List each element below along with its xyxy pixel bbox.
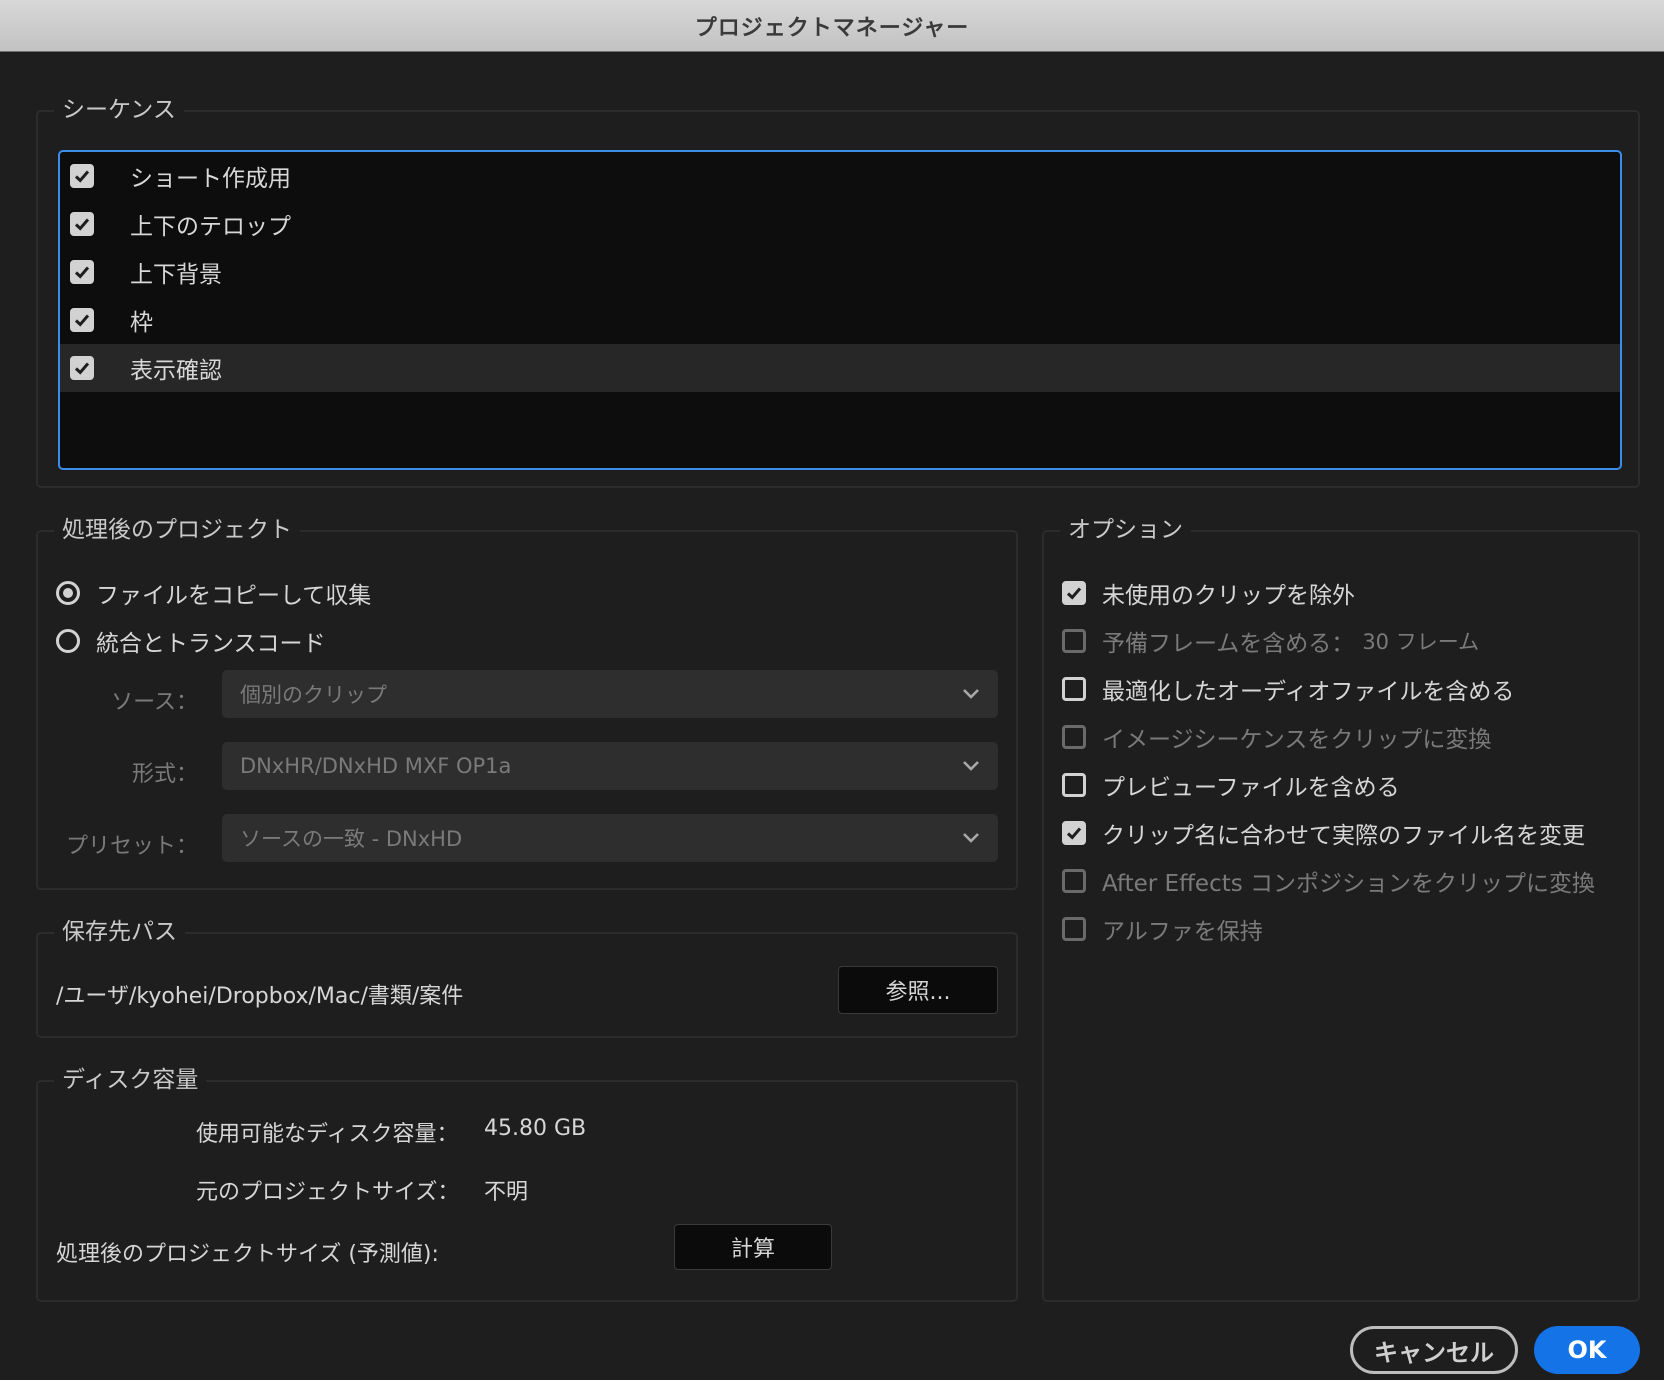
original-size-label: 元のプロジェクトサイズ： (196, 1180, 460, 1205)
checkbox-unchecked-icon[interactable] (1062, 773, 1086, 797)
checkbox-disabled-icon (1062, 917, 1086, 941)
checkbox-checked-icon[interactable] (70, 164, 94, 188)
checkbox-disabled-icon (1062, 869, 1086, 893)
collect-files-radio[interactable]: ファイルをコピーして収集 (56, 576, 371, 610)
checkbox-unchecked-icon[interactable] (1062, 677, 1086, 701)
preset-select[interactable]: ソースの一致 - DNxHD (222, 814, 998, 862)
option-preserve-alpha: アルファを保持 (1062, 912, 1263, 946)
option-preview-files[interactable]: プレビューファイルを含める (1062, 768, 1400, 802)
destination-group: 保存先パス /ユーザ/kyohei/Dropbox/Mac/書類/案件 参照..… (36, 914, 1018, 1038)
destination-path: /ユーザ/kyohei/Dropbox/Mac/書類/案件 (56, 984, 464, 1009)
disk-space-group: ディスク容量 使用可能なディスク容量： 45.80 GB 元のプロジェクトサイズ… (36, 1062, 1018, 1302)
option-label: プレビューファイルを含める (1102, 775, 1400, 801)
preset-select-value: ソースの一致 - DNxHD (240, 827, 463, 851)
source-select-value: 個別のクリップ (240, 683, 387, 707)
sequence-group: シーケンス ショート作成用 上下のテロップ 上下背景 枠 表示確認 (36, 92, 1640, 488)
option-label: アルファを保持 (1102, 919, 1263, 945)
ok-button[interactable]: OK (1534, 1326, 1640, 1374)
sequence-item-label: 上下のテロップ (130, 214, 291, 240)
radio-selected-icon[interactable] (56, 581, 80, 605)
sequence-item[interactable]: 枠 (60, 296, 1620, 344)
sequence-item-label: 枠 (130, 310, 153, 336)
format-select-value: DNxHR/DNxHD MXF OP1a (240, 754, 512, 778)
result-project-legend: 処理後のプロジェクト (54, 512, 300, 548)
radio-unselected-icon[interactable] (56, 629, 80, 653)
option-image-sequence: イメージシーケンスをクリップに変換 (1062, 720, 1491, 754)
chevron-down-icon (963, 689, 979, 699)
sequence-item-selected[interactable]: 表示確認 (60, 344, 1620, 392)
window-title: プロジェクトマネージャー (694, 15, 970, 41)
project-manager-dialog: シーケンス ショート作成用 上下のテロップ 上下背景 枠 表示確認 処理後のプロ… (0, 52, 1664, 1380)
options-group: オプション 未使用のクリップを除外 予備フレームを含める： 30 フレーム 最適… (1042, 512, 1640, 1302)
option-label: 最適化したオーディオファイルを含める (1102, 679, 1515, 705)
chevron-down-icon (963, 833, 979, 843)
checkbox-checked-icon[interactable] (70, 356, 94, 380)
checkbox-checked-icon[interactable] (1062, 821, 1086, 845)
window-titlebar: プロジェクトマネージャー (0, 0, 1664, 52)
disk-space-legend: ディスク容量 (54, 1062, 207, 1098)
option-label: イメージシーケンスをクリップに変換 (1102, 727, 1492, 753)
calculate-button[interactable]: 計算 (674, 1224, 832, 1270)
available-space-label: 使用可能なディスク容量： (196, 1122, 459, 1147)
option-exclude-unused[interactable]: 未使用のクリップを除外 (1062, 576, 1355, 610)
source-select[interactable]: 個別のクリップ (222, 670, 998, 718)
checkbox-checked-icon[interactable] (1062, 581, 1086, 605)
sequence-item-label: 表示確認 (130, 358, 222, 384)
sequence-list[interactable]: ショート作成用 上下のテロップ 上下背景 枠 表示確認 (58, 150, 1622, 470)
checkbox-disabled-icon (1062, 725, 1086, 749)
handle-frames-value: 30 フレーム (1362, 630, 1480, 654)
format-label: 形式： (131, 762, 198, 787)
option-rename-files[interactable]: クリップ名に合わせて実際のファイル名を変更 (1062, 816, 1585, 850)
sequence-item-label: ショート作成用 (130, 166, 291, 192)
sequence-legend: シーケンス (54, 92, 184, 128)
checkbox-disabled-icon (1062, 629, 1086, 653)
browse-button[interactable]: 参照... (838, 966, 998, 1014)
option-label: クリップ名に合わせて実際のファイル名を変更 (1102, 823, 1585, 849)
transcode-label: 統合とトランスコード (96, 631, 326, 657)
option-label: 未使用のクリップを除外 (1102, 583, 1355, 609)
format-select[interactable]: DNxHR/DNxHD MXF OP1a (222, 742, 998, 790)
option-label: After Effects コンポジションをクリップに変換 (1102, 871, 1596, 897)
chevron-down-icon (963, 761, 979, 771)
transcode-radio[interactable]: 統合とトランスコード (56, 624, 326, 658)
sequence-item[interactable]: ショート作成用 (60, 152, 1620, 200)
source-label: ソース： (111, 690, 198, 715)
preset-label: プリセット： (65, 834, 198, 859)
sequence-item[interactable]: 上下背景 (60, 248, 1620, 296)
collect-files-label: ファイルをコピーして収集 (96, 583, 372, 609)
original-size-value: 不明 (484, 1180, 529, 1205)
result-project-group: 処理後のプロジェクト ファイルをコピーして収集 統合とトランスコード ソース： … (36, 512, 1018, 890)
sequence-item-label: 上下背景 (130, 262, 222, 288)
sequence-item[interactable]: 上下のテロップ (60, 200, 1620, 248)
destination-legend: 保存先パス (54, 914, 185, 950)
option-optimized-audio[interactable]: 最適化したオーディオファイルを含める (1062, 672, 1514, 706)
checkbox-checked-icon[interactable] (70, 212, 94, 236)
estimated-size-label: 処理後のプロジェクトサイズ (予測値): (56, 1242, 439, 1267)
options-legend: オプション (1060, 512, 1191, 548)
option-ae-composition: After Effects コンポジションをクリップに変換 (1062, 864, 1595, 898)
available-space-value: 45.80 GB (484, 1116, 587, 1141)
option-handle-frames: 予備フレームを含める： 30 フレーム (1062, 624, 1479, 658)
option-label: 予備フレームを含める： (1102, 631, 1355, 657)
checkbox-checked-icon[interactable] (70, 260, 94, 284)
cancel-button[interactable]: キャンセル (1350, 1326, 1518, 1374)
checkbox-checked-icon[interactable] (70, 308, 94, 332)
